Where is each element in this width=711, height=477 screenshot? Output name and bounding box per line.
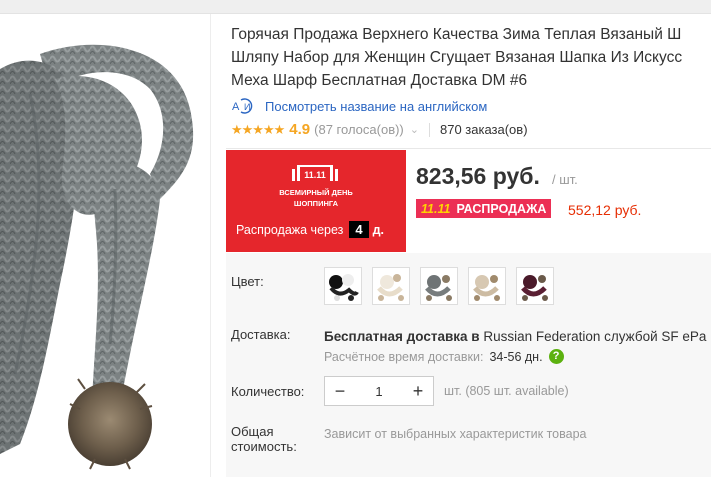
promo-line-2: ШОППИНГА <box>293 199 339 208</box>
svg-text:A: A <box>232 101 240 113</box>
sale-badge-text: РАСПРОДАЖА <box>456 201 547 216</box>
shipping-free: Бесплатная доставка в <box>324 329 480 344</box>
color-swatch-black-white[interactable] <box>324 267 362 305</box>
promo-line-1: ВСЕМИРНЫЙ ДЕНЬ <box>279 188 353 197</box>
sale-11-11-logo: 11.11 <box>292 165 338 181</box>
total-label-line-1: Общая <box>231 424 274 439</box>
quantity-available: шт. (805 шт. available) <box>444 384 569 398</box>
divider <box>428 122 430 137</box>
chevron-down-icon[interactable]: ⌄ <box>410 123 419 136</box>
translate-icon: A И <box>231 98 257 114</box>
price-unit: / шт. <box>552 172 578 187</box>
color-label: Цвет: <box>231 274 264 289</box>
delivery-time: Расчётное время доставки: 34-56 дн. ? <box>324 349 564 364</box>
translate-link[interactable]: A И Посмотреть название на английском <box>231 98 487 114</box>
divider <box>226 148 711 149</box>
countdown-label: Распродажа через <box>236 222 344 237</box>
shipping-destination[interactable]: Russian Federation службой SF ePa <box>480 329 706 344</box>
countdown-days-unit: д. <box>372 222 385 237</box>
rating-row: ★★★★★ 4.9 (87 голоса(ов)) ⌄ 870 заказа(о… <box>231 121 528 138</box>
product-title: Горячая Продажа Верхнего Качества Зима Т… <box>231 26 683 89</box>
rating-value: 4.9 <box>289 121 311 138</box>
quantity-stepper: − 1 + <box>324 376 434 406</box>
qty-value-input[interactable]: 1 <box>355 384 403 399</box>
sale-price: 552,12 руб. <box>568 202 642 218</box>
total-note: Зависит от выбранных характеристик товар… <box>324 427 587 441</box>
shipping-label: Доставка: <box>231 327 291 342</box>
top-bar <box>0 0 711 14</box>
translate-link-text[interactable]: Посмотреть название на английском <box>265 99 487 114</box>
countdown-days: 4 <box>349 221 369 238</box>
color-swatch-burgundy[interactable] <box>516 267 554 305</box>
votes-count[interactable]: (87 голоса(ов)) <box>314 122 404 137</box>
sale-badge-number: 11.11 <box>421 201 451 216</box>
total-label: Общая стоимость: <box>231 424 297 454</box>
sale-badge: 11.11 РАСПРОДАЖА <box>416 199 552 218</box>
svg-text:И: И <box>244 102 250 112</box>
total-label-line-2: стоимость: <box>231 439 297 454</box>
shipping-info: Бесплатная доставка в Russian Federation… <box>324 329 706 344</box>
orders-count: 870 заказа(ов) <box>439 122 528 137</box>
promo-countdown: Распродажа через 4 д. <box>236 221 384 238</box>
quantity-label: Количество: <box>231 384 305 399</box>
delivery-time-label: Расчётное время доставки: <box>324 349 484 364</box>
price-main: 823,56 руб. <box>416 163 540 189</box>
promo-banner[interactable]: 11.11 ВСЕМИРНЫЙ ДЕНЬ ШОППИНГА Распродажа… <box>226 150 406 252</box>
color-swatch-cream[interactable] <box>372 267 410 305</box>
help-icon[interactable]: ? <box>548 349 564 364</box>
qty-plus-button[interactable]: + <box>403 381 433 402</box>
product-image[interactable] <box>0 14 210 477</box>
color-swatch-beige[interactable] <box>468 267 506 305</box>
scarf-image <box>0 44 194 470</box>
delivery-time-value: 34-56 дн. <box>489 349 543 364</box>
rating-stars-icon: ★★★★★ <box>231 121 285 137</box>
gallery-divider <box>210 14 211 477</box>
qty-minus-button[interactable]: − <box>325 381 355 402</box>
sale-logo-text: 11.11 <box>304 170 326 180</box>
color-swatches <box>324 267 554 305</box>
color-swatch-gray[interactable] <box>420 267 458 305</box>
